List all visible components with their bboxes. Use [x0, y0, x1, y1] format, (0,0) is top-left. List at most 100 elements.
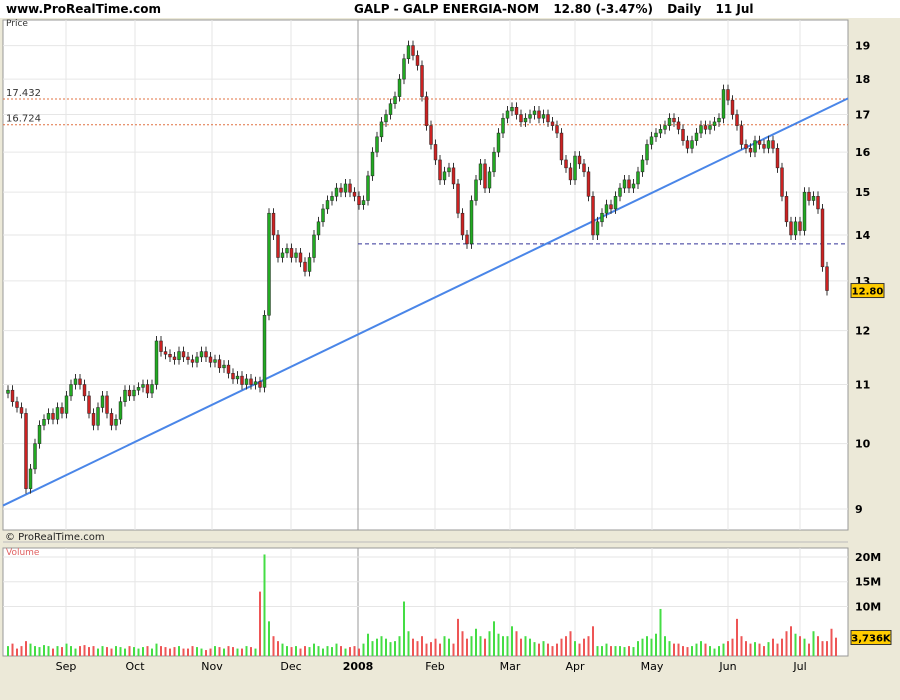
volume-bar [250, 647, 252, 656]
volume-bar [614, 646, 617, 656]
candle-body [384, 114, 388, 123]
volume-bar [263, 554, 266, 656]
candle-body [487, 171, 492, 189]
volume-bar [776, 643, 779, 656]
candle-body [649, 136, 654, 145]
volume-bar [344, 648, 347, 656]
volume-bar [412, 638, 414, 656]
price-tick-label: 15 [855, 186, 870, 199]
volume-bar [7, 646, 9, 656]
volume-bar [812, 631, 815, 656]
candle-body [613, 196, 618, 210]
candle-body [415, 55, 420, 66]
candle-body [424, 96, 429, 126]
candle-body [775, 148, 780, 169]
volume-bar [371, 641, 374, 656]
candle-body [622, 179, 627, 189]
volume-panel [2, 547, 849, 657]
volume-bar [538, 643, 540, 656]
volume-bar [425, 643, 428, 656]
candle-body [307, 257, 312, 272]
volume-bar [394, 641, 396, 656]
volume-bar [151, 648, 153, 656]
candle-body [15, 401, 19, 408]
volume-bar [227, 646, 230, 656]
volume-bar [560, 638, 563, 656]
volume-bar [592, 626, 594, 656]
volume-bar [691, 646, 693, 656]
volume-bar [173, 647, 176, 656]
price-tick-label: 9 [855, 503, 863, 516]
volume-bar [470, 636, 473, 656]
candle-body [253, 381, 258, 385]
volume-bar [52, 648, 54, 656]
volume-bar [169, 648, 171, 656]
candle-body [60, 407, 64, 414]
candle-body [447, 167, 451, 173]
candle-body [577, 155, 582, 165]
volume-bar [133, 647, 135, 656]
candle-body [352, 191, 357, 197]
candle-body [249, 378, 253, 385]
volume-bar [731, 638, 734, 656]
candle-body [474, 179, 478, 201]
volume-bar [232, 647, 234, 656]
candle-body [537, 110, 541, 119]
candle-body [433, 144, 438, 161]
volume-bar [106, 647, 108, 656]
volume-bar [403, 601, 405, 656]
candle-body [816, 196, 820, 210]
price-tick-label: 10 [855, 438, 871, 451]
candle-body [262, 315, 267, 388]
price-tick-label: 11 [855, 379, 870, 392]
volume-bar [695, 643, 698, 656]
volume-bar [277, 641, 279, 656]
candle-body [91, 413, 96, 426]
volume-bar [668, 641, 671, 656]
volume-bar [182, 648, 185, 656]
volume-bar [772, 638, 774, 656]
x-tick-label: May [641, 660, 664, 673]
volume-bar [385, 638, 387, 656]
volume-bar [187, 648, 189, 656]
volume-bar [763, 646, 765, 656]
candle-body [271, 212, 276, 236]
volume-bar [128, 646, 131, 656]
volume-bar [56, 646, 59, 656]
candle-body [136, 387, 141, 391]
candle-body [496, 132, 501, 153]
volume-tick-label: 15M [855, 576, 881, 589]
candle-body [429, 125, 433, 145]
volume-bar [448, 638, 450, 656]
volume-bar [686, 647, 689, 656]
volume-bar [223, 648, 225, 656]
candle-body [492, 151, 496, 173]
candle-body [235, 375, 240, 380]
volume-bar [515, 631, 518, 656]
volume-bar [551, 646, 554, 656]
volume-bar [61, 647, 63, 656]
volume-bar [781, 638, 783, 656]
volume-bar [574, 641, 576, 656]
candle-body [82, 384, 87, 397]
price-volume-chart[interactable]: 910111213141516171819Sep Oct Nov Dec 2008 Feb… [0, 0, 900, 700]
volume-bar [637, 641, 639, 656]
candle-body [528, 114, 532, 119]
volume-bar [164, 647, 167, 656]
volume-bar [497, 633, 500, 656]
volume-bar [70, 646, 72, 656]
candle-body [42, 419, 46, 426]
candle-body [811, 196, 816, 201]
level-label: 17.432 [6, 88, 41, 99]
x-tick-label: Dec [280, 660, 301, 673]
candle-body [789, 221, 793, 236]
candle-body [694, 132, 699, 141]
candle-body [397, 78, 402, 97]
volume-bar [520, 638, 522, 656]
volume-bar [578, 643, 581, 656]
candle-body [780, 167, 784, 197]
candle-body [739, 125, 744, 145]
volume-bar [542, 641, 545, 656]
candle-body [222, 364, 226, 369]
volume-bar [110, 648, 113, 656]
